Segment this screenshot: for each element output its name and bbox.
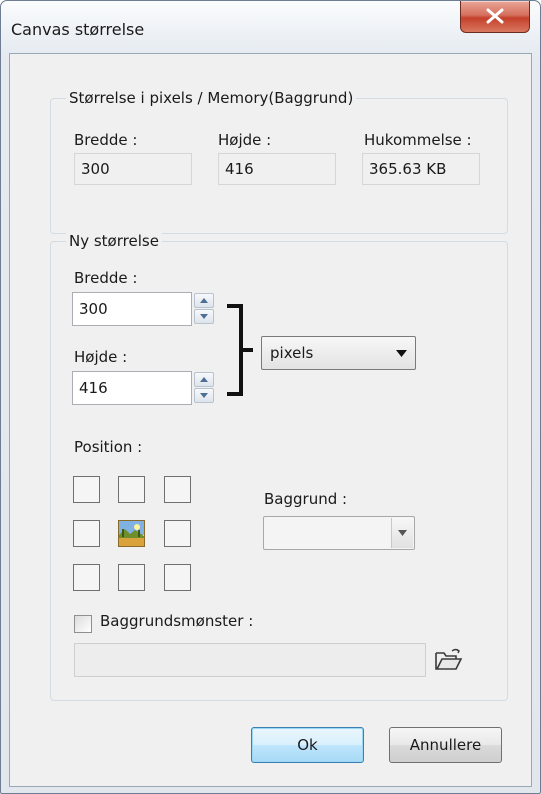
canvas-size-dialog: Canvas størrelse Størrelse i pixels / Me… bbox=[0, 0, 541, 794]
unit-select-value: pixels bbox=[270, 344, 314, 362]
width-down-arrow-icon[interactable] bbox=[194, 309, 214, 324]
chevron-down-icon bbox=[398, 530, 407, 536]
anchor-bottom-left[interactable] bbox=[73, 564, 100, 591]
unit-select[interactable]: pixels bbox=[261, 336, 416, 370]
background-label: Baggrund : bbox=[264, 490, 348, 508]
open-folder-icon bbox=[435, 648, 463, 670]
title-bar[interactable]: Canvas størrelse bbox=[1, 1, 540, 53]
anchor-middle-center[interactable] bbox=[118, 520, 145, 547]
anchor-top-left[interactable] bbox=[73, 476, 100, 503]
height-down-arrow-icon[interactable] bbox=[194, 388, 214, 403]
chevron-down-icon bbox=[396, 350, 407, 357]
new-width-input[interactable]: 300 bbox=[72, 292, 192, 326]
dialog-title: Canvas størrelse bbox=[11, 20, 145, 39]
background-pattern-label: Baggrundsmønster : bbox=[100, 612, 254, 630]
close-icon bbox=[485, 8, 505, 28]
memory-value: 365.63 KB bbox=[362, 153, 480, 185]
width-up-arrow-icon[interactable] bbox=[194, 293, 214, 308]
width-spinner[interactable] bbox=[194, 292, 216, 326]
new-size-legend: Ny størrelse bbox=[66, 232, 162, 250]
background-color-select[interactable] bbox=[263, 516, 415, 550]
position-label: Position : bbox=[74, 438, 143, 456]
anchor-top-right[interactable] bbox=[164, 476, 191, 503]
dialog-body: Størrelse i pixels / Memory(Baggrund) Br… bbox=[9, 53, 532, 787]
link-bracket-icon bbox=[227, 304, 253, 396]
current-height-value: 416 bbox=[218, 153, 336, 185]
close-button[interactable] bbox=[460, 1, 530, 33]
anchor-bottom-center[interactable] bbox=[118, 564, 145, 591]
anchor-middle-left[interactable] bbox=[73, 520, 100, 547]
current-size-legend: Størrelse i pixels / Memory(Baggrund) bbox=[66, 89, 357, 107]
current-width-value: 300 bbox=[74, 153, 192, 185]
background-pattern-checkbox[interactable] bbox=[74, 615, 92, 633]
anchor-bottom-right[interactable] bbox=[164, 564, 191, 591]
anchor-middle-right[interactable] bbox=[164, 520, 191, 547]
current-width-label: Bredde : bbox=[74, 131, 138, 149]
height-spinner[interactable] bbox=[194, 371, 216, 405]
background-dropdown-button[interactable] bbox=[391, 518, 413, 548]
height-up-arrow-icon[interactable] bbox=[194, 372, 214, 387]
current-height-label: Højde : bbox=[218, 131, 272, 149]
landscape-image-icon bbox=[119, 521, 144, 546]
pattern-path-field[interactable] bbox=[74, 643, 426, 677]
anchor-top-center[interactable] bbox=[118, 476, 145, 503]
open-folder-button[interactable] bbox=[434, 648, 464, 672]
new-width-label: Bredde : bbox=[74, 269, 138, 287]
cancel-button[interactable]: Annullere bbox=[389, 727, 502, 763]
new-height-input[interactable]: 416 bbox=[72, 371, 192, 405]
memory-label: Hukommelse : bbox=[364, 131, 472, 149]
ok-button[interactable]: Ok bbox=[251, 727, 364, 763]
new-height-label: Højde : bbox=[74, 348, 128, 366]
